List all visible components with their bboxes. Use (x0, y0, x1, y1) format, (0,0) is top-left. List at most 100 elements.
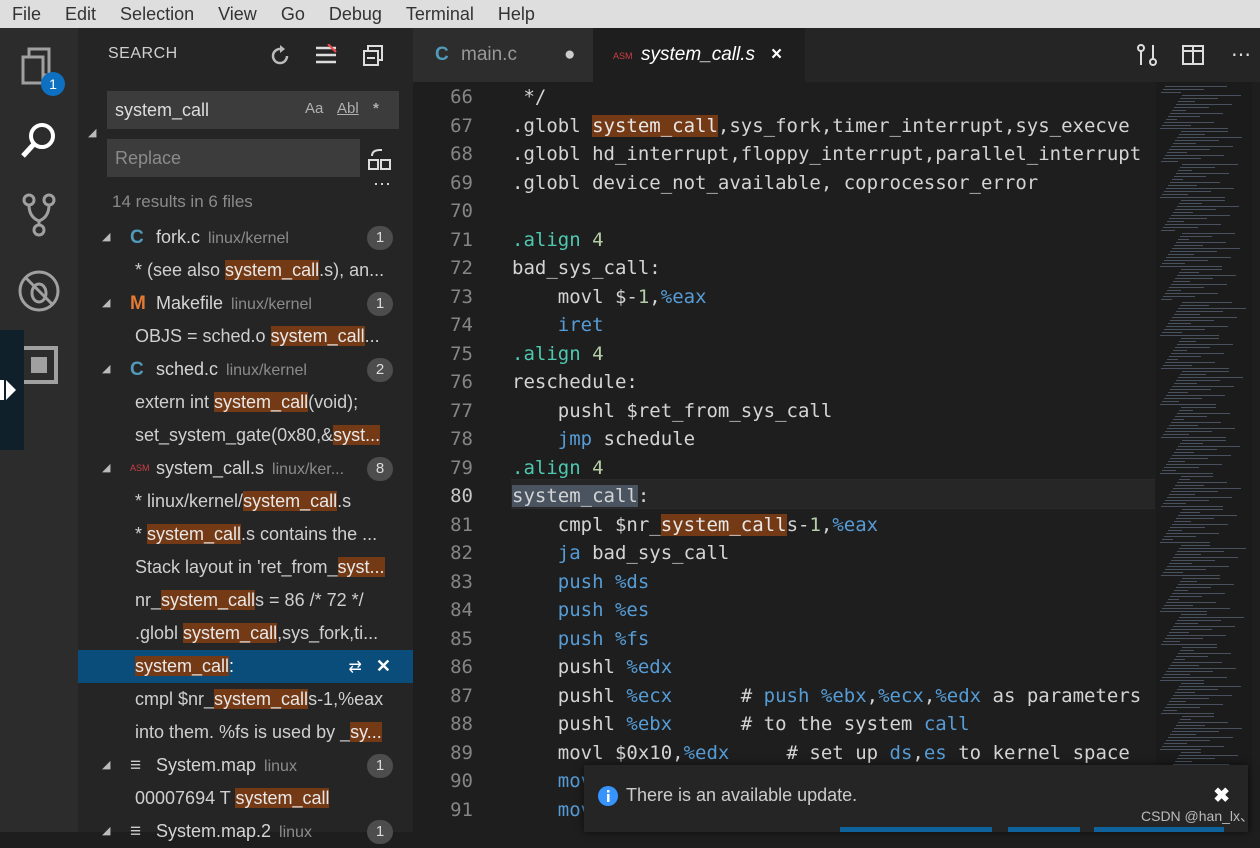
expand-twisty-icon[interactable]: ◢ (102, 221, 110, 254)
code-line[interactable]: 88 pushl %ebx # to the system call (413, 710, 1155, 739)
explorer-button[interactable]: 1 (0, 32, 78, 102)
code-line[interactable]: 74 iret (413, 311, 1155, 340)
notification-action-button[interactable] (1094, 827, 1224, 832)
search-match-row[interactable]: * (see also system_call.s), an... (78, 254, 413, 287)
toggle-replace-twisty[interactable]: ◢ (88, 126, 96, 139)
minimap-line (1167, 635, 1226, 636)
match-case-toggle[interactable]: Aa (305, 100, 323, 117)
unsaved-dot-icon[interactable]: ● (564, 28, 575, 82)
dismiss-icon[interactable]: ✕ (376, 656, 391, 676)
code-line[interactable]: 84 push %es (413, 596, 1155, 625)
search-match-row[interactable]: nr_system_calls = 86 /* 72 */ (78, 584, 413, 617)
close-notification-icon[interactable]: ✖ (1213, 783, 1230, 808)
search-match-row[interactable]: cmpl $nr_system_calls-1,%eax (78, 683, 413, 716)
search-button[interactable] (0, 106, 78, 176)
split-editor-button[interactable] (1181, 43, 1205, 72)
code-line[interactable]: 70 (413, 197, 1155, 226)
result-file-row[interactable]: ◢ Cfork.c linux/kernel 1 (78, 221, 413, 254)
code-line[interactable]: 71 .align 4 (413, 226, 1155, 255)
code-line[interactable]: 78 jmp schedule (413, 425, 1155, 454)
open-changes-button[interactable] (1135, 43, 1159, 72)
search-match-row[interactable]: Stack layout in 'ret_from_syst... (78, 551, 413, 584)
close-tab-icon[interactable]: × (771, 28, 782, 82)
replace-icon[interactable]: ⇄ (349, 659, 362, 676)
code-line[interactable]: 67 .globl system_call,sys_fork,timer_inte… (413, 112, 1155, 141)
code-line[interactable]: 73 movl $-1,%eax (413, 283, 1155, 312)
menu-go[interactable]: Go (269, 0, 317, 28)
search-match-row[interactable]: 00007694 T system_call (78, 782, 413, 815)
code-line[interactable]: 69 .globl device_not_available, coprocess… (413, 169, 1155, 198)
result-file-row[interactable]: ◢ M Makefile linux/kernel 1 (78, 287, 413, 320)
sidebar-toggle-handle[interactable] (0, 330, 24, 450)
menu-help[interactable]: Help (486, 0, 547, 28)
use-regex-toggle[interactable]: * (373, 100, 379, 117)
code-line[interactable]: 75 .align 4 (413, 340, 1155, 369)
menu-view[interactable]: View (206, 0, 269, 28)
expand-twisty-icon[interactable]: ◢ (102, 353, 110, 386)
minimap[interactable] (1156, 82, 1252, 832)
search-match-row[interactable]: * system_call.s contains the ... (78, 518, 413, 551)
code-line[interactable]: 86 pushl %edx (413, 653, 1155, 682)
minimap-line (1164, 191, 1211, 192)
code-line[interactable]: 68 .globl hd_interrupt,floppy_interrupt,p… (413, 140, 1155, 169)
code-token: %ecx (878, 684, 924, 707)
minimap-line (1173, 488, 1241, 489)
tab-main-c[interactable]: C main.c ● (413, 28, 593, 82)
code-line[interactable]: 80 system_call: (413, 482, 1155, 511)
code-line[interactable]: 87 pushl %ecx # push %ebx,%ecx,%edx as p… (413, 682, 1155, 711)
more-options-icon[interactable]: ⋯ (373, 174, 391, 195)
line-number: 82 (450, 542, 473, 564)
search-match-row[interactable]: system_call: ⇄ ✕ (78, 650, 413, 683)
replace-input[interactable] (107, 139, 303, 177)
collapse-all-button[interactable] (362, 44, 386, 68)
scrollbar[interactable] (1252, 82, 1260, 832)
code-line[interactable]: 83 push %ds (413, 568, 1155, 597)
menu-terminal[interactable]: Terminal (394, 0, 486, 28)
minimap-line (1164, 329, 1205, 330)
debug-button[interactable] (0, 256, 78, 326)
code-line[interactable]: 77 pushl $ret_from_sys_call (413, 397, 1155, 426)
code-line[interactable]: 81 cmpl $nr_system_calls-1,%eax (413, 511, 1155, 540)
menu-selection[interactable]: Selection (108, 0, 206, 28)
match-whole-word-toggle[interactable]: Abl (337, 100, 359, 117)
result-file-row[interactable]: ◢ ≡ System.map linux 1 (78, 749, 413, 782)
code-line[interactable]: 89 movl $0x10,%edx # set up ds,es to ker… (413, 739, 1155, 768)
menu-debug[interactable]: Debug (317, 0, 394, 28)
search-input[interactable] (107, 91, 303, 129)
replace-all-button[interactable] (368, 148, 392, 177)
search-match-row[interactable]: extern int system_call(void); (78, 386, 413, 419)
expand-twisty-icon[interactable]: ◢ (102, 287, 110, 320)
source-control-button[interactable] (0, 180, 78, 250)
code-line[interactable]: 82 ja bad_sys_call (413, 539, 1155, 568)
minimap-line (1171, 422, 1221, 423)
code-token: # to the system (672, 713, 924, 735)
code-text: pushl %edx (512, 653, 672, 682)
tab-system-call-s[interactable]: ASM system_call.s × (593, 28, 805, 82)
more-actions-icon[interactable]: ⋯ (1231, 42, 1251, 67)
minimap-line (1167, 428, 1235, 429)
refresh-button[interactable] (268, 44, 292, 68)
search-match-row[interactable]: set_system_gate(0x80,&syst... (78, 419, 413, 452)
match-count-badge: 1 (367, 226, 393, 250)
code-line[interactable]: 66 */ (413, 83, 1155, 112)
search-match-row[interactable]: OBJS = sched.o system_call... (78, 320, 413, 353)
code-line[interactable]: 79 .align 4 (413, 454, 1155, 483)
result-file-row[interactable]: ◢ ASM system_call.s linux/ker... 8 (78, 452, 413, 485)
minimap-line (1173, 419, 1184, 420)
code-line[interactable]: 85 push %fs (413, 625, 1155, 654)
menu-file[interactable]: File (0, 0, 53, 28)
code-line[interactable]: 76 reschedule: (413, 368, 1155, 397)
clear-results-button[interactable] (314, 43, 338, 68)
expand-twisty-icon[interactable]: ◢ (102, 452, 110, 485)
expand-twisty-icon[interactable]: ◢ (102, 749, 110, 782)
result-file-row[interactable]: ◢ Csched.c linux/kernel 2 (78, 353, 413, 386)
notification-action-button[interactable] (840, 827, 992, 832)
search-match-row[interactable]: into them. %fs is used by _sy... (78, 716, 413, 749)
search-match-row[interactable]: .globl system_call,sys_fork,ti... (78, 617, 413, 650)
code-line[interactable]: 72 bad_sys_call: (413, 254, 1155, 283)
code-token: %fs (614, 627, 650, 650)
code-token: %ebx (820, 684, 867, 707)
notification-action-button[interactable] (1008, 827, 1080, 832)
search-match-row[interactable]: * linux/kernel/system_call.s (78, 485, 413, 518)
menu-edit[interactable]: Edit (53, 0, 108, 28)
